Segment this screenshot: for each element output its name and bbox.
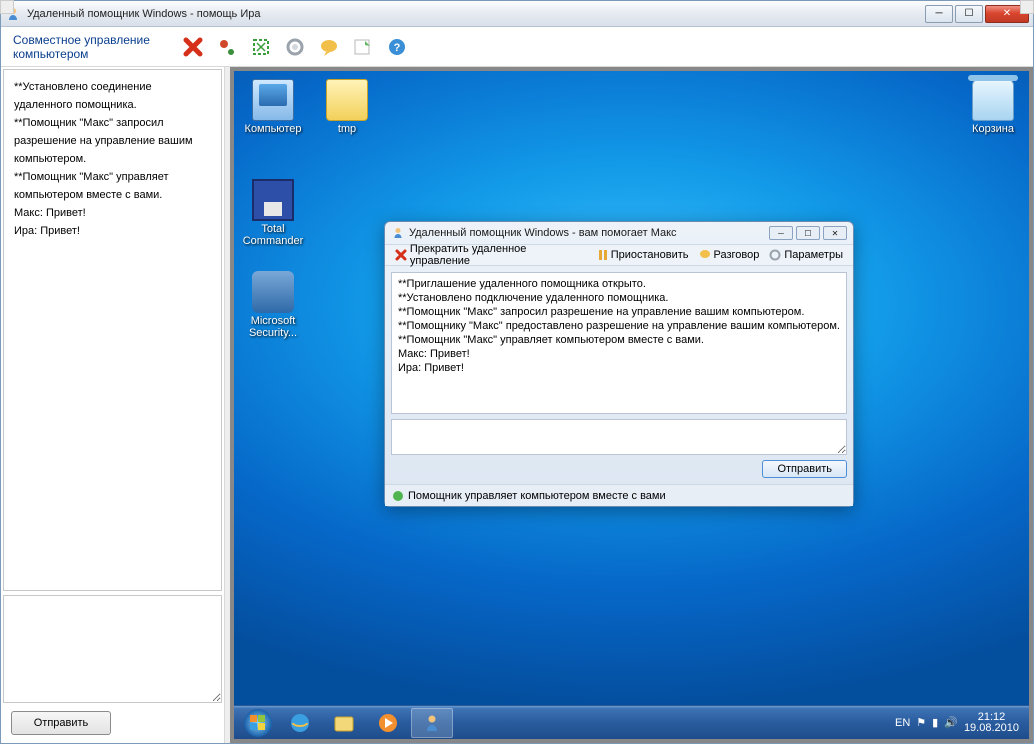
system-tray[interactable]: EN ⚑ ▮ 🔊 21:12 19.08.2010	[895, 712, 1025, 734]
chat-input[interactable]	[3, 595, 222, 703]
stop-icon[interactable]	[183, 37, 203, 57]
desktop-icon-totalcmd[interactable]: Total Commander	[242, 179, 304, 247]
inner-log-line: **Установлено подключение удаленного пом…	[398, 291, 840, 305]
titlebar[interactable]: Удаленный помощник Windows - помощь Ира …	[1, 1, 1033, 27]
chat-log-line: **Помощник "Макс" запросил разрешение на…	[14, 114, 211, 168]
inner-maximize-button[interactable]: ☐	[796, 226, 820, 240]
folder-icon	[326, 79, 368, 121]
tray-clock[interactable]: 21:12 19.08.2010	[964, 712, 1019, 734]
help-icon[interactable]: ?	[387, 37, 407, 57]
floppy-icon	[252, 179, 294, 221]
chat-log-line: **Установлено соединение удаленного помо…	[14, 78, 211, 114]
taskbar-wmp[interactable]	[367, 708, 409, 738]
inner-status-bar: Помощник управляет компьютером вместе с …	[385, 484, 853, 506]
outer-window: Удаленный помощник Windows - помощь Ира …	[0, 0, 1034, 744]
settings-label: Параметры	[784, 249, 843, 261]
inner-titlebar[interactable]: Удаленный помощник Windows - вам помогае…	[385, 222, 853, 244]
inner-status-text: Помощник управляет компьютером вместе с …	[408, 490, 666, 502]
chat-log-line: **Помощник "Макс" управляет компьютером …	[14, 168, 211, 204]
status-dot-icon	[393, 491, 403, 501]
fit-screen-icon[interactable]	[251, 37, 271, 57]
recycle-icon	[972, 79, 1014, 121]
taskbar-explorer[interactable]	[323, 708, 365, 738]
left-panel: **Установлено соединение удаленного помо…	[1, 67, 225, 743]
send-button[interactable]: Отправить	[11, 711, 111, 735]
inner-log-line: **Приглашение удаленного помощника откры…	[398, 277, 840, 291]
taskbar-remote-assist[interactable]	[411, 708, 453, 738]
shield-icon	[252, 271, 294, 313]
pause-button[interactable]: Приостановить	[594, 248, 693, 262]
inner-log-line: Макс: Привет!	[398, 347, 840, 361]
inner-log-line: **Помощник "Макс" управляет компьютером …	[398, 333, 840, 347]
inner-log-line: **Помощник "Макс" запросил разрешение на…	[398, 305, 840, 319]
desktop-icon-label: Total Commander	[242, 223, 304, 247]
tray-volume-icon[interactable]: 🔊	[944, 716, 958, 729]
desktop-icon-label: tmp	[316, 123, 378, 135]
desktop-icon-computer[interactable]: Компьютер	[242, 79, 304, 135]
desktop-icon-mse[interactable]: Microsoft Security...	[242, 271, 304, 339]
inner-chat-log: **Приглашение удаленного помощника откры…	[391, 272, 847, 414]
stop-remote-control-label: Прекратить удаленное управление	[410, 243, 588, 267]
inner-log-line: **Помощнику "Макс" предоставлено разреше…	[398, 319, 840, 333]
tray-date: 19.08.2010	[964, 723, 1019, 734]
chat-log: **Установлено соединение удаленного помо…	[3, 69, 222, 591]
computer-icon	[252, 79, 294, 121]
chat-label: Разговор	[714, 249, 760, 261]
disconnect-icon[interactable]	[217, 37, 237, 57]
chat-icon[interactable]	[319, 37, 339, 57]
share-control-link[interactable]: Совместное управление компьютером	[13, 33, 173, 61]
inner-toolbar: Прекратить удаленное управление Приостан…	[385, 244, 853, 266]
desktop-icon-label: Компьютер	[242, 123, 304, 135]
maximize-button[interactable]: ☐	[955, 5, 983, 23]
svg-text:?: ?	[394, 42, 401, 54]
minimize-button[interactable]: ─	[925, 5, 953, 23]
tray-flag-icon[interactable]: ⚑	[916, 716, 926, 729]
inner-minimize-button[interactable]: ─	[769, 226, 793, 240]
inner-remote-assist-window[interactable]: Удаленный помощник Windows - вам помогае…	[384, 221, 854, 507]
inner-send-button[interactable]: Отправить	[762, 460, 847, 478]
desktop-icon-label: Корзина	[962, 123, 1024, 135]
chat-log-line: Ира: Привет!	[14, 222, 211, 240]
desktop-icon-recycle[interactable]: Корзина	[962, 79, 1024, 135]
remote-assist-icon	[391, 226, 405, 240]
settings-icon[interactable]	[285, 37, 305, 57]
taskbar-ie[interactable]	[279, 708, 321, 738]
save-icon[interactable]	[353, 37, 373, 57]
tray-time: 21:12	[964, 712, 1019, 723]
start-button[interactable]	[238, 707, 278, 739]
inner-chat-input[interactable]	[391, 419, 847, 455]
inner-window-title: Удаленный помощник Windows - вам помогае…	[409, 227, 677, 239]
tray-lang[interactable]: EN	[895, 717, 910, 729]
window-controls: ─ ☐ ✕	[923, 5, 1029, 23]
chat-button[interactable]: Разговор	[695, 248, 764, 262]
window-title: Удаленный помощник Windows - помощь Ира	[27, 8, 923, 20]
stop-remote-control-button[interactable]: Прекратить удаленное управление	[391, 242, 592, 268]
inner-log-line: Ира: Привет!	[398, 361, 840, 375]
settings-button[interactable]: Параметры	[765, 248, 847, 262]
taskbar: EN ⚑ ▮ 🔊 21:12 19.08.2010	[234, 705, 1029, 739]
remote-desktop-view: Компьютер tmp Total Commander Microsoft Sec…	[230, 67, 1033, 743]
pause-label: Приостановить	[611, 249, 689, 261]
desktop-icon-label: Microsoft Security...	[242, 315, 304, 339]
chat-log-line: Макс: Привет!	[14, 204, 211, 222]
remote-screen[interactable]: Компьютер tmp Total Commander Microsoft Sec…	[234, 71, 1029, 739]
inner-close-button[interactable]: ✕	[823, 226, 847, 240]
tray-network-icon[interactable]: ▮	[932, 716, 938, 729]
desktop-icon-tmp[interactable]: tmp	[316, 79, 378, 135]
toolbar: Совместное управление компьютером ?	[1, 27, 1033, 67]
